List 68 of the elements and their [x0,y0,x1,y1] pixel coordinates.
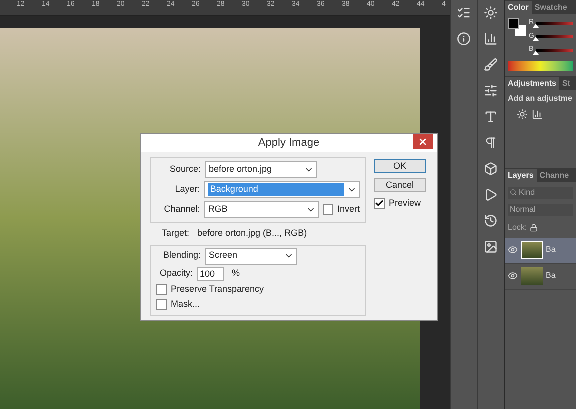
field-label: Channel: [163,202,200,216]
unit-label: % [232,266,240,280]
dropdown[interactable]: Screen [205,248,297,264]
checkbox-label: Preview [389,197,422,210]
sliders-icon[interactable] [484,84,498,98]
checkbox[interactable] [156,284,167,295]
eye-icon [508,245,518,255]
color-slider[interactable] [536,22,573,25]
paragraph-icon[interactable] [484,136,498,150]
dialog-button[interactable]: Cancel [374,178,426,192]
layer-row[interactable]: Ba [505,264,576,290]
color-swatch[interactable] [508,18,526,36]
dialog-button[interactable]: OK [374,159,426,173]
slider-thumb[interactable] [533,37,540,42]
layer-name: Ba [546,244,556,256]
histogram-icon[interactable] [484,32,498,46]
filter-field[interactable]: Kind [508,186,573,198]
dropdown[interactable]: Background [204,181,360,198]
target-value: before orton.jpg (B..., RGB) [198,227,308,240]
panel-tab[interactable]: Channe [536,168,572,182]
layer-thumbnail [521,267,543,285]
dialog-title: Apply Image [258,136,320,151]
checkbox-label: Preserve Transparency [171,282,264,296]
color-spectrum[interactable] [508,60,573,70]
brightness-icon[interactable] [484,6,498,20]
blend-mode-dropdown[interactable]: Normal [508,204,573,216]
lock-label: Lock: [508,222,528,234]
field-label: Opacity: [158,266,193,280]
close-button[interactable] [413,134,433,149]
color-slider[interactable] [536,35,573,38]
dropdown[interactable]: before orton.jpg [205,161,317,178]
field-label: Target: [162,227,190,240]
panel-tab[interactable]: Layers [505,168,537,182]
list-icon[interactable] [457,6,471,20]
type-icon[interactable] [484,110,498,124]
slider-thumb[interactable] [532,50,539,55]
eye-icon [508,271,518,281]
layer-name: Ba [546,270,556,282]
checkbox-label: Invert [337,202,360,216]
info-icon[interactable] [457,32,471,46]
field-label: Layer: [174,182,200,196]
slider-thumb[interactable] [533,24,540,28]
panel-tab[interactable]: Color [505,1,532,14]
checkbox-label: Mask... [171,298,200,311]
opacity-field[interactable]: 100 [197,266,224,280]
checkbox[interactable] [322,204,334,215]
brush-icon[interactable] [484,58,498,72]
color-slider[interactable] [536,48,573,52]
cube-icon[interactable] [484,162,498,176]
dropdown[interactable]: RGB [204,201,319,218]
brightness-icon [517,108,528,120]
field-label: Blending: [162,249,201,262]
checkbox[interactable] [374,198,385,210]
history-icon[interactable] [484,214,498,228]
layer-row[interactable]: Ba [505,238,576,264]
checkbox[interactable] [156,299,167,310]
field-label: Source: [168,162,201,176]
panel-tab[interactable]: Swatche [532,1,570,14]
histogram-icon [532,108,543,120]
lock-icon [530,224,538,232]
panel-heading: Add an adjustme [507,92,574,104]
layer-thumbnail [521,241,543,259]
panel-tab[interactable]: St [559,76,574,90]
search-icon [510,189,517,196]
panel-tab[interactable]: Adjustments [505,76,560,90]
play-icon[interactable] [484,188,498,202]
close-icon [418,136,428,146]
image-icon[interactable] [484,240,498,254]
